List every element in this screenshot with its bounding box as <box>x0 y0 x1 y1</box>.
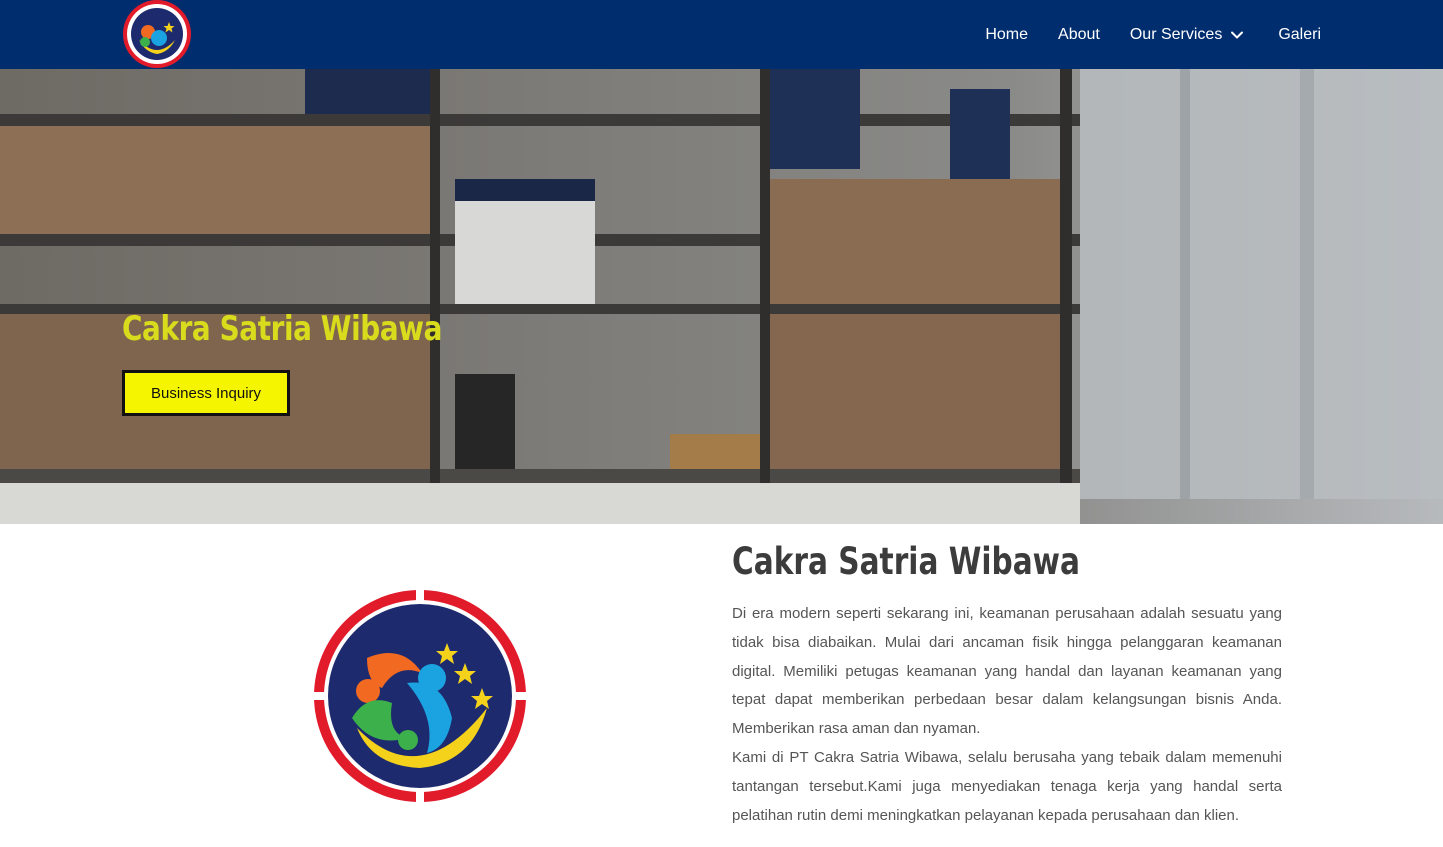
about-title: Cakra Satria Wibawa <box>732 540 1081 583</box>
nav-our-services[interactable]: Our Services <box>1130 26 1248 44</box>
hero-banner: Cakra Satria Wibawa Business Inquiry <box>0 69 1443 524</box>
office-shelves-background-image <box>0 69 1443 524</box>
hero-title: Cakra Satria Wibawa <box>122 309 442 349</box>
nav-galeri-label: Galeri <box>1278 25 1321 43</box>
chevron-down-icon[interactable] <box>1230 28 1244 42</box>
about-logo <box>312 588 528 804</box>
nav-galeri[interactable]: Galeri <box>1278 26 1321 44</box>
nav-home[interactable]: Home <box>985 26 1028 44</box>
about-paragraph-1: Di era modern seperti sekarang ini, keam… <box>732 605 1282 738</box>
nav-about[interactable]: About <box>1058 26 1100 44</box>
about-description: Di era modern seperti sekarang ini, keam… <box>732 600 1282 830</box>
navbar: Home About Our Services Galeri <box>0 0 1443 69</box>
nav-about-label: About <box>1058 25 1100 43</box>
business-inquiry-button[interactable]: Business Inquiry <box>122 370 290 416</box>
header-logo[interactable] <box>121 0 193 69</box>
about-paragraph-2: Kami di PT Cakra Satria Wibawa, selalu b… <box>732 748 1282 824</box>
main-nav: Home About Our Services Galeri <box>985 0 1321 69</box>
nav-home-label: Home <box>985 25 1029 43</box>
nav-our-services-label: Our Services <box>1129 25 1223 43</box>
